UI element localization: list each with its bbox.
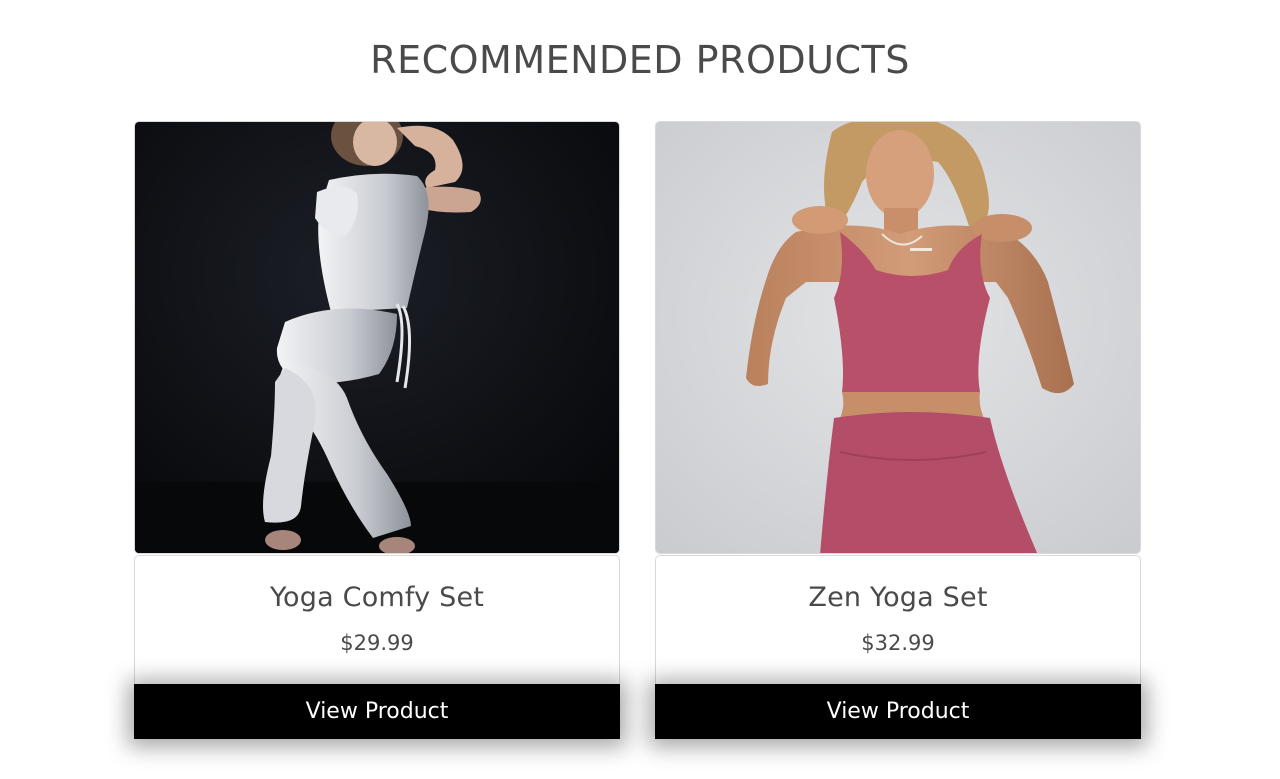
- product-price: $32.99: [861, 631, 935, 655]
- product-card: Yoga Comfy Set $29.99 View Product: [134, 121, 620, 739]
- view-product-button[interactable]: View Product: [655, 684, 1141, 739]
- product-image[interactable]: [134, 121, 620, 554]
- product-info: Zen Yoga Set $32.99: [655, 555, 1141, 685]
- recommended-products-section: RECOMMENDED PRODUCTS Yoga Comfy Set $29.…: [0, 0, 1280, 779]
- product-name[interactable]: Yoga Comfy Set: [135, 582, 619, 613]
- view-product-button[interactable]: View Product: [134, 684, 620, 739]
- product-name[interactable]: Zen Yoga Set: [656, 582, 1140, 613]
- dancer-photo: [135, 122, 619, 553]
- product-price: $29.99: [340, 631, 414, 655]
- product-card: Zen Yoga Set $32.99 View Product: [655, 121, 1141, 739]
- product-image[interactable]: [655, 121, 1141, 554]
- product-info: Yoga Comfy Set $29.99: [134, 555, 620, 685]
- model-photo: [656, 122, 1140, 553]
- section-title: RECOMMENDED PRODUCTS: [370, 38, 910, 82]
